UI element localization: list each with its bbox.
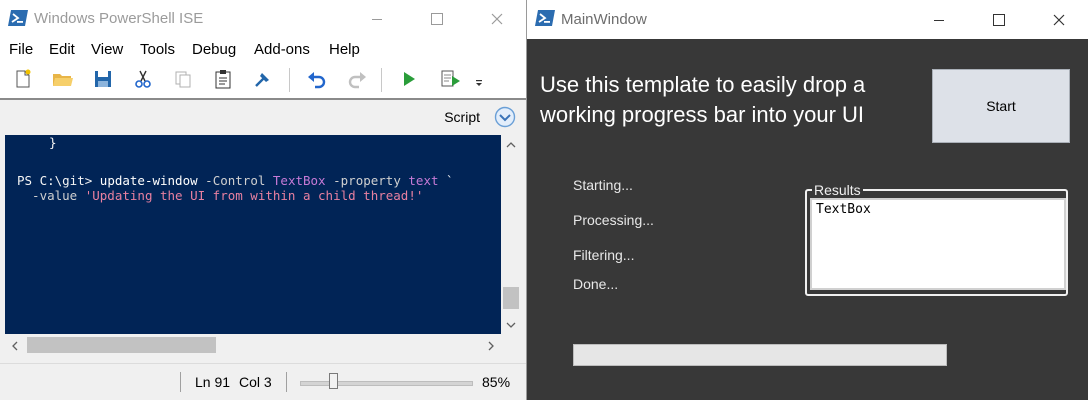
close-icon [1053,14,1065,26]
ise-status-bar: Ln 91 Col 3 85% [0,363,526,400]
redo-icon[interactable] [344,66,370,92]
start-button[interactable]: Start [932,69,1070,143]
run-selection-icon[interactable] [438,66,464,92]
menu-view[interactable]: View [91,41,123,58]
minimize-icon [933,14,945,26]
main-window: MainWindow Use this template to easily d… [527,0,1088,400]
new-file-icon[interactable] [10,66,36,92]
ise-titlebar[interactable]: Windows PowerShell ISE [0,0,526,37]
code-line: PS C:\git> update-window -Control TextBo… [17,173,454,188]
expand-script-pane-icon[interactable] [494,106,516,128]
copy-icon[interactable] [170,66,196,92]
status-separator [180,372,181,392]
scroll-down-icon[interactable] [506,321,516,329]
run-script-icon[interactable] [396,66,422,92]
main-window-titlebar[interactable]: MainWindow [527,0,1088,39]
vertical-scroll-thumb[interactable] [503,287,519,309]
code-line: } [49,135,57,150]
step-filtering-label: Filtering... [573,247,635,263]
step-done-label: Done... [573,276,619,292]
toolbar-overflow-icon[interactable] [472,76,486,90]
code-argument: text [408,173,439,188]
scroll-up-icon[interactable] [506,141,516,149]
open-folder-icon[interactable] [50,66,76,92]
template-heading: Use this template to easily drop a worki… [540,72,866,127]
zoom-slider-track[interactable] [300,381,473,386]
code-continuation: ` [438,173,454,188]
toolbar-separator [381,68,382,92]
scroll-left-icon[interactable] [11,341,19,351]
code-parameter: -Control [197,173,273,188]
main-minimize-button[interactable] [916,0,962,39]
ise-maximize-button[interactable] [414,0,460,37]
zoom-slider-thumb[interactable] [329,373,339,389]
ise-menubar: File Edit View Tools Debug Add-ons Help [0,37,526,62]
menu-file[interactable]: File [9,41,33,58]
menu-help[interactable]: Help [329,41,360,58]
horizontal-scroll-thumb[interactable] [27,337,216,353]
console-pane[interactable]: } PS C:\git> update-window -Control Text… [5,135,501,334]
main-window-title: MainWindow [561,11,647,28]
ise-minimize-button[interactable] [354,0,400,37]
code-command: update-window [99,173,198,188]
menu-tools[interactable]: Tools [140,41,175,58]
code-parameter: -property [325,173,409,188]
close-icon [491,13,503,25]
menu-edit[interactable]: Edit [49,41,75,58]
step-processing-label: Processing... [573,212,654,228]
main-maximize-button[interactable] [976,0,1022,39]
code-parameter: -value [17,188,85,203]
console-prompt: PS C:\git> [17,173,100,188]
status-column: Col 3 [239,374,272,390]
code-string: 'Updating the UI from within a child thr… [84,188,424,203]
menu-add-ons[interactable]: Add-ons [254,41,310,58]
results-textbox[interactable]: TextBox [810,198,1066,290]
undo-icon[interactable] [304,66,330,92]
code-line: -value 'Updating the UI from within a ch… [17,188,423,203]
minimize-icon [371,13,383,25]
cut-icon[interactable] [130,66,156,92]
paste-icon[interactable] [210,66,236,92]
console-horizontal-scrollbar[interactable] [5,334,501,356]
maximize-icon [431,12,443,25]
results-label: Results [812,182,863,198]
main-close-button[interactable] [1036,0,1082,39]
ise-toolbar [0,62,526,98]
script-pane-header: Script [0,98,526,134]
zoom-level: 85% [482,374,511,390]
save-icon[interactable] [90,66,116,92]
toolbar-separator [289,68,290,92]
ise-close-button[interactable] [474,0,520,37]
powershell-app-icon [8,9,28,27]
script-pane-label: Script [444,109,480,125]
powershell-ise-window: Windows PowerShell ISE File Edit View To… [0,0,526,400]
step-starting-label: Starting... [573,177,633,193]
powershell-app-icon [535,9,555,27]
menu-debug[interactable]: Debug [192,41,236,58]
progress-bar [573,344,947,366]
code-argument: TextBox [272,173,326,188]
console-vertical-scrollbar[interactable] [501,135,521,334]
maximize-icon [993,13,1005,26]
status-separator [286,372,287,392]
status-line: Ln 91 [195,374,231,390]
clear-console-icon[interactable] [250,66,276,92]
scroll-right-icon[interactable] [487,341,495,351]
ise-window-title: Windows PowerShell ISE [34,10,204,27]
